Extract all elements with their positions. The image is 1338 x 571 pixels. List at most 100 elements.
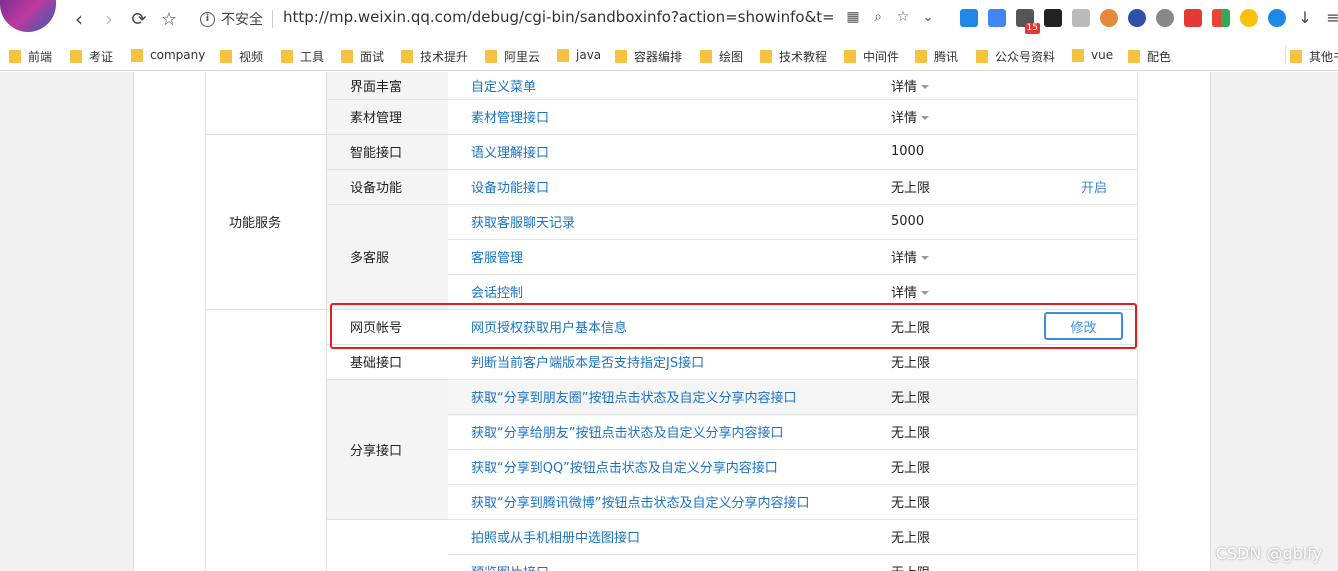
folder-icon: [70, 50, 82, 63]
bookmark-folder[interactable]: 工具: [281, 48, 324, 65]
bookmark-folder[interactable]: 配色: [1128, 48, 1171, 65]
interface-link[interactable]: 自定义菜单: [448, 72, 848, 99]
address-separator: [272, 10, 273, 28]
folder-icon: [700, 50, 712, 63]
extension-icon[interactable]: [1100, 9, 1118, 27]
group-cell: 功能服务: [229, 216, 282, 231]
folder-icon: [9, 50, 21, 63]
quota-cell: 无上限: [891, 181, 931, 196]
quota-cell: 无上限: [891, 391, 931, 406]
bookmark-folder[interactable]: 前端: [9, 48, 52, 65]
interface-link[interactable]: 判断当前客户端版本是否支持指定JS接口: [448, 344, 848, 379]
extension-icon[interactable]: [960, 9, 978, 27]
folder-icon: [976, 50, 988, 63]
bookmark-folder[interactable]: 视频: [220, 48, 263, 65]
extension-icon[interactable]: [1184, 9, 1202, 27]
address-bar[interactable]: http://mp.weixin.qq.com/debug/cgi-bin/sa…: [283, 8, 833, 26]
interface-link[interactable]: 语义理解接口: [448, 134, 848, 169]
folder-icon: [1290, 50, 1302, 63]
forward-arrow-icon[interactable]: ›: [98, 7, 120, 31]
interface-link[interactable]: 获取“分享到腾讯微博”按钮点击状态及自定义分享内容接口: [448, 484, 868, 519]
chevron-down-icon[interactable]: ⌄: [920, 9, 936, 25]
profile-avatar-icon[interactable]: [0, 0, 56, 32]
star-bookmark-icon[interactable]: ☆: [158, 8, 180, 30]
bookmark-folder[interactable]: 容器编排: [615, 48, 682, 65]
quota-cell: 1000: [891, 144, 925, 159]
zoom-icon[interactable]: ⌕: [870, 9, 886, 25]
bookmark-folder[interactable]: 绘图: [700, 48, 743, 65]
bookmark-star-icon[interactable]: ☆: [895, 9, 911, 25]
bookmark-folder[interactable]: 考证: [70, 48, 113, 65]
category-cell: 智能接口: [327, 134, 448, 169]
interface-link[interactable]: 设备功能接口: [448, 169, 848, 204]
quota-cell[interactable]: 详情: [891, 239, 930, 274]
bookmark-folder[interactable]: company: [131, 48, 205, 62]
extension-icon[interactable]: [1128, 9, 1146, 27]
extension-icon[interactable]: [1212, 9, 1230, 27]
bookmark-folder[interactable]: 其他书: [1290, 48, 1338, 65]
modify-button[interactable]: 修改: [1044, 312, 1123, 340]
extension-icon[interactable]: [1268, 9, 1286, 27]
interface-link[interactable]: 获取“分享到QQ”按钮点击状态及自定义分享内容接口: [448, 449, 868, 484]
category-cell: 设备功能: [327, 169, 448, 204]
folder-icon: [1072, 48, 1084, 62]
interface-link[interactable]: 获取客服聊天记录: [448, 204, 848, 239]
category-divider: [327, 379, 448, 380]
back-arrow-icon[interactable]: ‹: [68, 7, 90, 31]
interface-link[interactable]: 拍照或从手机相册中选图接口: [448, 519, 848, 554]
bookmark-folder[interactable]: java: [557, 48, 601, 62]
folder-icon: [131, 48, 143, 62]
folder-icon: [760, 50, 772, 63]
download-icon[interactable]: ↓: [1296, 9, 1314, 27]
translate-icon[interactable]: [988, 9, 1006, 27]
interface-link[interactable]: 获取“分享给朋友”按钮点击状态及自定义分享内容接口: [448, 414, 868, 449]
folder-icon: [401, 50, 413, 63]
bookmark-divider: [1285, 46, 1286, 64]
category-divider: [327, 309, 448, 310]
menu-icon[interactable]: ≡: [1324, 9, 1338, 27]
interface-link[interactable]: 素材管理接口: [448, 99, 848, 134]
bookmark-folder[interactable]: 技术提升: [401, 48, 468, 65]
enable-link[interactable]: 开启: [1081, 169, 1107, 204]
quota-cell: 无上限: [891, 426, 931, 441]
folder-icon: [915, 50, 927, 63]
interface-link[interactable]: 预览图片接口: [448, 554, 848, 571]
extension-badge-icon[interactable]: 15: [1016, 9, 1040, 34]
bookmark-folder[interactable]: 技术教程: [760, 48, 827, 65]
bookmark-folder[interactable]: 面试: [341, 48, 384, 65]
extension-icon[interactable]: [1156, 9, 1174, 27]
quota-cell: 无上限: [891, 461, 931, 476]
interface-link[interactable]: 网页授权获取用户基本信息: [448, 309, 848, 344]
folder-icon: [485, 50, 497, 63]
moon-icon[interactable]: [1240, 9, 1258, 27]
interface-link[interactable]: 会话控制: [448, 274, 848, 309]
bookmark-folder[interactable]: vue: [1072, 48, 1113, 62]
bookmark-folder[interactable]: 公众号资料: [976, 48, 1055, 65]
quota-cell[interactable]: 详情: [891, 274, 930, 309]
chevron-down-icon: [921, 290, 930, 295]
category-divider: [327, 204, 448, 205]
quota-cell[interactable]: 详情: [891, 72, 930, 99]
bookmark-folder[interactable]: 中间件: [844, 48, 899, 65]
category-cell: [327, 519, 448, 571]
category-divider: [327, 134, 448, 135]
category-cell: 分享接口: [327, 379, 448, 519]
extension-icon[interactable]: [1044, 9, 1062, 27]
bookmark-folder[interactable]: 阿里云: [485, 48, 540, 65]
interface-link[interactable]: 客服管理: [448, 239, 848, 274]
folder-icon: [557, 48, 569, 62]
security-indicator[interactable]: i 不安全: [200, 9, 263, 29]
bookmarks-bar: 前端 考证 company 视频 工具 面试 技术提升 阿里云 java 容器编…: [0, 38, 1338, 71]
watermark: CSDN @gblfy: [1215, 544, 1322, 563]
table-border: [1137, 72, 1138, 571]
extension-icon[interactable]: [1072, 9, 1090, 27]
group-divider: [206, 309, 327, 310]
qr-code-icon[interactable]: ▦: [845, 9, 861, 25]
reload-icon[interactable]: ⟳: [128, 8, 150, 30]
folder-icon: [220, 50, 232, 63]
category-cell: 基础接口: [327, 344, 448, 379]
quota-cell: 无上限: [891, 531, 931, 546]
bookmark-folder[interactable]: 腾讯: [915, 48, 958, 65]
interface-link[interactable]: 获取“分享到朋友圈”按钮点击状态及自定义分享内容接口: [448, 379, 868, 414]
quota-cell[interactable]: 详情: [891, 99, 930, 134]
